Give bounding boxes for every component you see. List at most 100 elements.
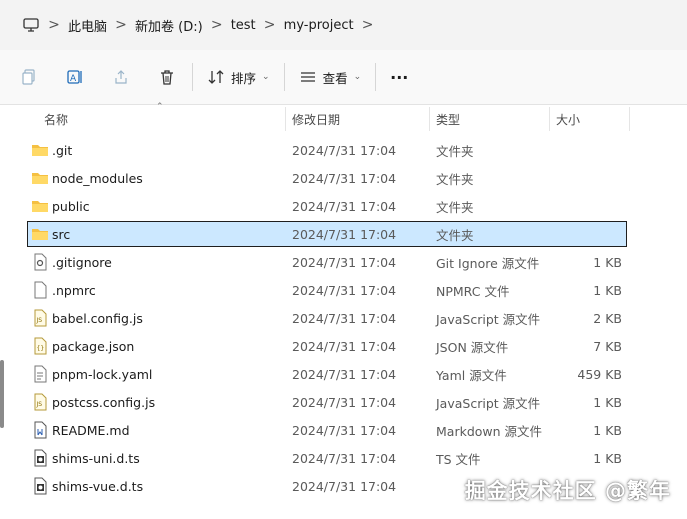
breadcrumb-separator: > xyxy=(115,17,127,33)
share-button[interactable] xyxy=(106,62,136,92)
file-row-selected[interactable]: src 2024/7/31 17:04 文件夹 xyxy=(0,220,687,248)
file-name: shims-vue.d.ts xyxy=(52,478,144,494)
json-file-icon: {} xyxy=(31,337,49,355)
file-row[interactable]: JS postcss.config.js 2024/7/31 17:04 JavaSc… xyxy=(0,388,687,416)
file-date: 2024/7/31 17:04 xyxy=(292,198,397,214)
column-header-type[interactable]: 类型 xyxy=(436,105,460,133)
file-name: .gitignore xyxy=(52,254,112,270)
file-date: 2024/7/31 17:04 xyxy=(292,310,397,326)
chevron-down-icon: ⌄ xyxy=(262,72,270,82)
column-header-row: ⌃ 名称 修改日期 类型 大小 xyxy=(0,102,687,133)
file-date: 2024/7/31 17:04 xyxy=(292,450,397,466)
breadcrumb-my-project[interactable]: my-project xyxy=(284,18,354,33)
folder-icon xyxy=(31,197,49,215)
command-toolbar: A 排序 ⌄ 查看 ⌄ ··· xyxy=(0,50,687,105)
breadcrumb-this-pc[interactable]: 此电脑 xyxy=(68,16,107,35)
file-name: shims-uni.d.ts xyxy=(52,450,140,466)
file-name: node_modules xyxy=(52,170,143,186)
js-file-icon: JS xyxy=(31,393,49,411)
file-name: babel.config.js xyxy=(52,310,143,326)
file-row[interactable]: .git 2024/7/31 17:04 文件夹 xyxy=(0,136,687,164)
column-header-date[interactable]: 修改日期 xyxy=(292,105,340,133)
computer-icon[interactable] xyxy=(22,16,40,34)
folder-icon xyxy=(31,169,49,187)
toolbar-divider xyxy=(283,63,285,91)
copy-button[interactable] xyxy=(14,62,44,92)
file-date: 2024/7/31 17:04 xyxy=(292,282,397,298)
column-header-name[interactable]: 名称 xyxy=(44,105,68,133)
trash-icon xyxy=(161,70,173,85)
sort-menu-button[interactable]: 排序 ⌄ xyxy=(203,68,274,87)
file-type: TS 文件 xyxy=(436,451,481,467)
column-header-size[interactable]: 大小 xyxy=(556,105,580,133)
file-size: 1 KB xyxy=(593,282,622,298)
markdown-file-icon xyxy=(31,421,49,439)
toolbar-divider xyxy=(192,63,193,91)
file-type: JSON 源文件 xyxy=(436,339,509,355)
file-row[interactable]: JS babel.config.js 2024/7/31 17:04 JavaScri… xyxy=(0,304,687,332)
more-options-button[interactable]: ··· xyxy=(386,68,412,87)
file-name: public xyxy=(52,198,90,214)
rename-button[interactable]: A xyxy=(60,62,90,92)
file-list: .git 2024/7/31 17:04 文件夹 node_modules 2024/… xyxy=(0,136,687,500)
file-size: 1 KB xyxy=(593,422,622,438)
view-menu-button[interactable]: 查看 ⌄ xyxy=(295,68,366,87)
breadcrumb-separator: > xyxy=(48,17,60,33)
column-resize-handle[interactable] xyxy=(549,107,550,131)
file-row[interactable]: pnpm-lock.yaml 2024/7/31 17:04 Yaml 源文件 459… xyxy=(0,360,687,388)
file-name: package.json xyxy=(52,338,135,354)
file-date: 2024/7/31 17:04 xyxy=(292,394,397,410)
file-row[interactable]: {} package.json 2024/7/31 17:04 JSON 源文件 7 K… xyxy=(0,332,687,360)
js-file-icon: JS xyxy=(31,309,49,327)
file-date: 2024/7/31 17:04 xyxy=(292,422,397,438)
file-type: NPMRC 文件 xyxy=(436,283,510,299)
file-type: 文件夹 xyxy=(436,171,474,187)
svg-text:{}: {} xyxy=(37,345,45,352)
file-row[interactable]: .gitignore 2024/7/31 17:04 Git Ignore 源文件 1… xyxy=(0,248,687,276)
file-type: Yaml 源文件 xyxy=(436,367,507,383)
folder-icon xyxy=(31,141,49,159)
delete-button[interactable] xyxy=(152,62,182,92)
file-name: pnpm-lock.yaml xyxy=(52,366,153,382)
file-name: README.md xyxy=(52,422,130,438)
copy-icon xyxy=(22,69,35,85)
column-resize-handle[interactable] xyxy=(285,107,286,131)
breadcrumb-test[interactable]: test xyxy=(231,18,256,33)
breadcrumb-separator: > xyxy=(263,17,276,33)
file-row[interactable]: README.md 2024/7/31 17:04 Markdown 源文件 1 KB xyxy=(0,416,687,444)
file-name: .git xyxy=(52,142,73,158)
file-type: 文件夹 xyxy=(436,143,474,159)
chevron-down-icon: ⌄ xyxy=(353,72,362,82)
blank-file-icon xyxy=(31,281,49,299)
file-date: 2024/7/31 17:04 xyxy=(292,170,397,186)
file-size: 1 KB xyxy=(593,254,622,270)
file-type: 文件夹 xyxy=(436,227,474,243)
file-name: .npmrc xyxy=(52,282,96,298)
file-type: JavaScript 源文件 xyxy=(436,311,541,327)
file-date: 2024/7/31 17:04 xyxy=(292,478,397,494)
column-resize-handle[interactable] xyxy=(429,107,430,131)
column-resize-handle[interactable] xyxy=(629,107,630,131)
file-row[interactable]: .npmrc 2024/7/31 17:04 NPMRC 文件 1 KB xyxy=(0,276,687,304)
svg-text:JS: JS xyxy=(36,317,43,324)
config-file-icon xyxy=(31,253,49,271)
rename-icon: A xyxy=(67,70,82,84)
view-list-icon xyxy=(300,72,315,82)
file-row[interactable]: shims-uni.d.ts 2024/7/31 17:04 TS 文件 1 KB xyxy=(0,444,687,472)
file-row[interactable]: node_modules 2024/7/31 17:04 文件夹 xyxy=(0,164,687,192)
file-size: 459 KB xyxy=(577,366,622,382)
file-name: postcss.config.js xyxy=(52,394,156,410)
scrollbar-thumb[interactable] xyxy=(0,360,4,428)
sort-ascending-icon: ⌃ xyxy=(156,102,164,112)
file-date: 2024/7/31 17:04 xyxy=(292,254,397,270)
breadcrumb-drive-d[interactable]: 新加卷 (D:) xyxy=(135,16,203,35)
share-icon xyxy=(115,70,127,84)
view-label: 查看 xyxy=(322,70,348,86)
address-bar[interactable]: > 此电脑 > 新加卷 (D:) > test > my-project > xyxy=(0,0,687,50)
file-type: 文件夹 xyxy=(436,199,474,215)
file-type: Git Ignore 源文件 xyxy=(436,255,540,271)
breadcrumb-separator: > xyxy=(361,17,374,33)
folder-icon xyxy=(31,225,49,243)
toolbar-divider xyxy=(375,63,377,91)
file-row[interactable]: public 2024/7/31 17:04 文件夹 xyxy=(0,192,687,220)
